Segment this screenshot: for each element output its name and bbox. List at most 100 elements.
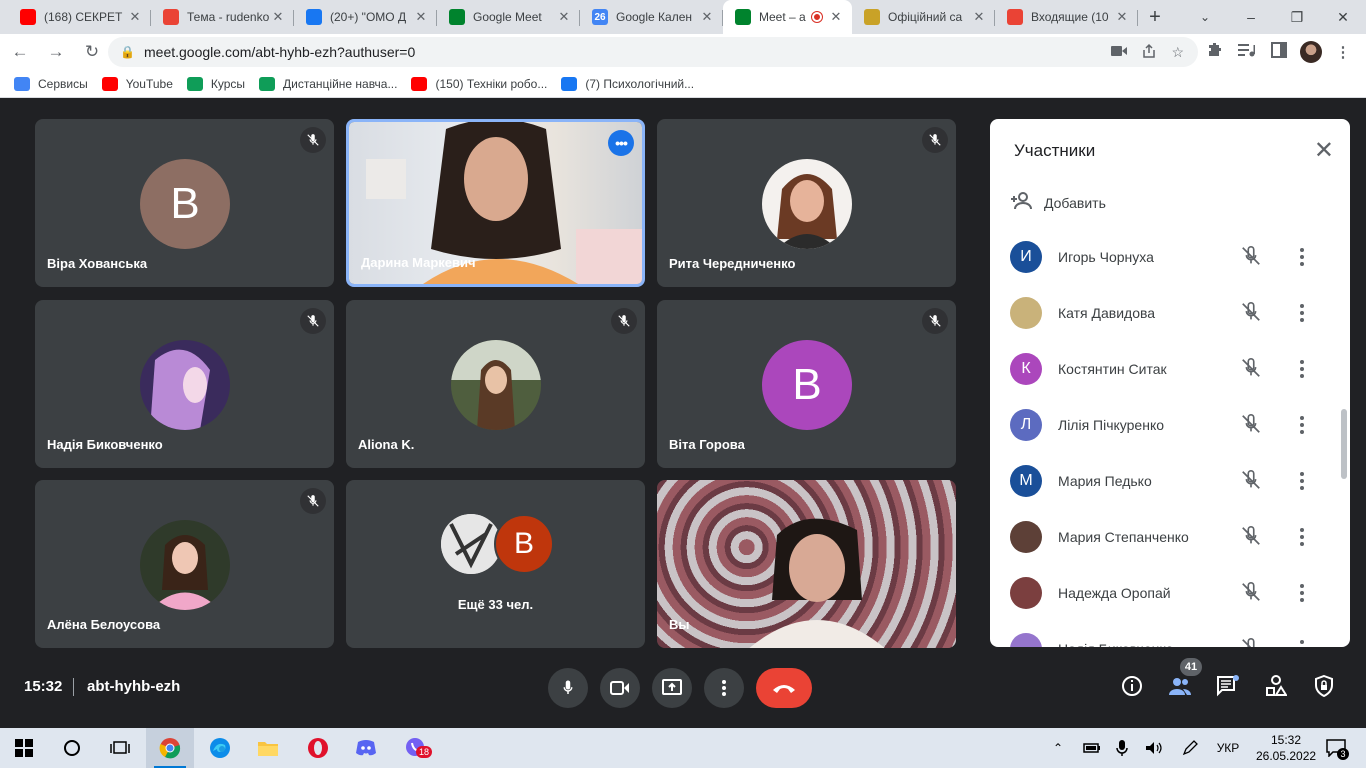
reload-icon[interactable]: ↻	[76, 36, 108, 68]
address-bar[interactable]: 🔒 meet.google.com/abt-hyhb-ezh?authuser=…	[108, 37, 1198, 67]
participant-tile[interactable]: В Віра Хованська	[35, 119, 334, 287]
new-tab-button[interactable]: +	[1138, 0, 1172, 34]
more-vert-icon[interactable]	[1296, 357, 1308, 381]
browser-tab[interactable]: Google Meet ✕	[437, 0, 580, 34]
edge-taskbar-icon[interactable]	[196, 728, 244, 768]
system-clock[interactable]: 15:32 26.05.2022	[1256, 732, 1316, 764]
participant-tile-active-speaker[interactable]: ••• Дарина Маркевич	[346, 119, 645, 287]
forward-icon[interactable]: →	[40, 36, 72, 68]
more-vert-icon[interactable]	[1296, 637, 1308, 647]
close-tab-icon[interactable]: ✕	[556, 9, 572, 25]
mic-off-icon[interactable]	[1240, 245, 1264, 269]
media-control-icon[interactable]	[1236, 43, 1258, 61]
volume-icon[interactable]	[1142, 728, 1166, 768]
add-people-button[interactable]: Добавить	[1010, 191, 1106, 214]
host-controls-button[interactable]	[1310, 672, 1338, 700]
close-tab-icon[interactable]: ✕	[971, 9, 987, 25]
scrollbar[interactable]	[1341, 409, 1347, 479]
pen-icon[interactable]	[1178, 728, 1202, 768]
microphone-tray-icon[interactable]	[1110, 728, 1134, 768]
share-icon[interactable]	[1141, 43, 1157, 62]
camera-in-use-icon[interactable]	[1111, 44, 1128, 60]
participant-tile[interactable]: В Віта Горова	[657, 300, 956, 468]
minimize-icon[interactable]: –	[1228, 0, 1274, 34]
task-view-icon[interactable]	[96, 728, 144, 768]
meeting-details-button[interactable]	[1118, 672, 1146, 700]
chat-button[interactable]	[1214, 672, 1242, 700]
side-panel-icon[interactable]	[1268, 42, 1290, 62]
participant-tile[interactable]: Рита Чередниченко	[657, 119, 956, 287]
bookmark-item[interactable]: (7) Психологічний...	[561, 76, 694, 91]
file-explorer-icon[interactable]	[244, 728, 292, 768]
maximize-icon[interactable]: ❐	[1274, 0, 1320, 34]
bookmark-item[interactable]: YouTube	[101, 76, 173, 91]
mic-off-icon[interactable]	[1240, 637, 1264, 647]
leave-call-button[interactable]	[756, 668, 812, 708]
participant-row[interactable]: И Игорь Чорнуха	[990, 229, 1350, 285]
bookmark-item[interactable]: Курсы	[186, 76, 245, 91]
opera-icon[interactable]	[294, 728, 342, 768]
participants-button[interactable]	[1166, 672, 1194, 700]
participant-row[interactable]: М Мария Педько	[990, 453, 1350, 509]
more-options-button[interactable]	[704, 668, 744, 708]
bookmark-item[interactable]: Дистанційне навча...	[259, 76, 397, 91]
participant-row[interactable]: Мария Степанченко	[990, 509, 1350, 565]
participant-row[interactable]: Надежда Оропай	[990, 565, 1350, 621]
close-tab-icon[interactable]: ✕	[270, 9, 286, 25]
close-tab-icon[interactable]: ✕	[828, 9, 844, 25]
browser-tab[interactable]: 26 Google Кален ✕	[580, 0, 723, 34]
show-hidden-icons[interactable]: ⌃	[1046, 728, 1070, 768]
browser-tab[interactable]: Meet – ab ✕	[723, 0, 852, 34]
more-vert-icon[interactable]	[1296, 301, 1308, 325]
mic-off-icon[interactable]	[1240, 413, 1264, 437]
close-tab-icon[interactable]: ✕	[413, 9, 429, 25]
more-vert-icon[interactable]	[1296, 469, 1308, 493]
tab-search-icon[interactable]: ⌄	[1192, 0, 1218, 34]
participant-row[interactable]: Надія Биковченко	[990, 621, 1350, 647]
notifications-icon[interactable]: 3	[1320, 728, 1352, 768]
profile-avatar[interactable]	[1300, 41, 1322, 63]
lock-icon[interactable]: 🔒	[120, 45, 135, 59]
browser-tab[interactable]: Тема - rudenko ✕	[151, 0, 294, 34]
battery-icon[interactable]	[1080, 728, 1104, 768]
self-tile[interactable]: Вы	[657, 480, 956, 648]
more-options-icon[interactable]: •••	[608, 130, 634, 156]
viber-icon[interactable]: 18	[392, 728, 440, 768]
participant-tile[interactable]: Надія Биковченко	[35, 300, 334, 468]
bookmark-star-icon[interactable]: ☆	[1171, 44, 1184, 61]
close-tab-icon[interactable]: ✕	[1114, 9, 1130, 25]
browser-tab[interactable]: (20+) "ОМО Д ✕	[294, 0, 437, 34]
mic-off-icon[interactable]	[1240, 525, 1264, 549]
present-screen-button[interactable]	[652, 668, 692, 708]
browser-tab[interactable]: (168) СЕКРЕТ ✕	[8, 0, 151, 34]
activities-button[interactable]	[1262, 672, 1290, 700]
discord-icon[interactable]	[342, 728, 390, 768]
windows-start-icon[interactable]	[0, 728, 48, 768]
close-tab-icon[interactable]: ✕	[127, 9, 143, 25]
mic-off-icon[interactable]	[1240, 301, 1264, 325]
more-vert-icon[interactable]	[1296, 581, 1308, 605]
participant-tile[interactable]: Алёна Белоусова	[35, 480, 334, 648]
participant-tile[interactable]: Aliona K.	[346, 300, 645, 468]
participant-row[interactable]: Катя Давидова	[990, 285, 1350, 341]
camera-button[interactable]	[600, 668, 640, 708]
mic-off-icon[interactable]	[1240, 469, 1264, 493]
chrome-taskbar-icon[interactable]	[146, 728, 194, 768]
close-tab-icon[interactable]: ✕	[699, 9, 715, 25]
mic-off-icon[interactable]	[1240, 357, 1264, 381]
microphone-button[interactable]	[548, 668, 588, 708]
close-icon[interactable]: ✕	[1314, 139, 1334, 163]
more-vert-icon[interactable]	[1296, 245, 1308, 269]
participant-row[interactable]: К Костянтин Ситак	[990, 341, 1350, 397]
more-vert-icon[interactable]	[1296, 413, 1308, 437]
close-window-icon[interactable]: ✕	[1320, 0, 1366, 34]
more-participants-tile[interactable]: В Ещё 33 чел.	[346, 480, 645, 648]
participant-row[interactable]: Л Лілія Пічкуренко	[990, 397, 1350, 453]
mic-off-icon[interactable]	[1240, 581, 1264, 605]
back-icon[interactable]: ←	[4, 36, 36, 68]
search-icon[interactable]	[48, 728, 96, 768]
language-indicator[interactable]: УКР	[1210, 728, 1246, 768]
extensions-icon[interactable]	[1204, 42, 1226, 62]
browser-tab[interactable]: Офіційний са ✕	[852, 0, 995, 34]
more-vert-icon[interactable]	[1296, 525, 1308, 549]
